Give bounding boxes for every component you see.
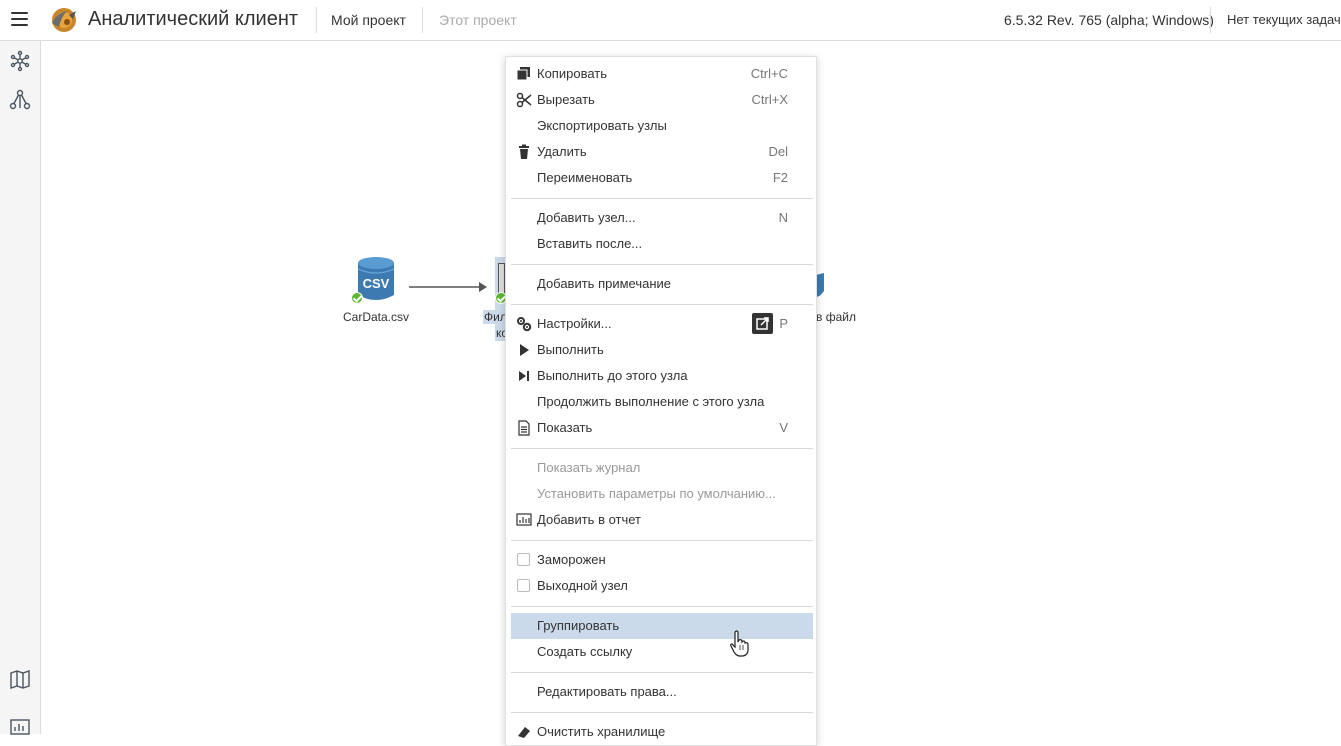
menu-item-shortcut: N [778, 210, 788, 225]
divider [1210, 7, 1211, 33]
menu-item-label: Выходной узел [537, 578, 628, 593]
menu-item-settings[interactable]: Настройки... P [511, 311, 813, 337]
node-label: CarData.csv [343, 310, 410, 324]
menu-item-label: Выполнить до этого узла [537, 368, 688, 383]
output-node-checkbox[interactable] [517, 579, 530, 592]
snowflake-icon[interactable] [9, 50, 31, 72]
menu-item-edit-rights[interactable]: Редактировать права... [511, 679, 813, 705]
menu-item-label: Добавить узел... [537, 210, 636, 225]
context-menu: Копировать Ctrl+C Вырезать Ctrl+X Экспор… [505, 56, 817, 746]
menu-item-label: Очистить хранилище [537, 724, 666, 739]
menu-item-label: Продолжить выполнение с этого узла [537, 394, 765, 409]
nav-this-project[interactable]: Этот проект [439, 12, 517, 28]
menu-item-clear-storage[interactable]: Очистить хранилище [511, 719, 813, 745]
menu-item-insert-after[interactable]: Вставить после... [511, 231, 813, 257]
trash-icon [519, 144, 529, 159]
menu-item-cut[interactable]: Вырезать Ctrl+X [511, 87, 813, 113]
menu-divider [511, 540, 813, 541]
menu-item-continue-from-node[interactable]: Продолжить выполнение с этого узла [511, 389, 813, 415]
gears-icon [517, 317, 532, 332]
export-node[interactable] [816, 273, 824, 299]
menu-item-label: Показать журнал [537, 460, 641, 475]
menu-item-label: Выполнить [537, 342, 604, 357]
menu-item-shortcut: Del [768, 144, 788, 159]
menu-item-shortcut: Ctrl+X [751, 92, 788, 107]
csv-badge: CSV [362, 276, 390, 291]
top-bar: Аналитический клиент Мой проект Этот про… [0, 0, 1341, 41]
version-info: 6.5.32 Rev. 765 (alpha; Windows) [1004, 12, 1214, 28]
menu-item-label: Показать [537, 420, 593, 435]
menu-item-label: Вставить после... [537, 236, 643, 251]
node-label: в файл [816, 310, 856, 324]
filter-node-icon [498, 263, 505, 295]
menu-item-add-node[interactable]: Добавить узел... N [511, 205, 813, 231]
menu-item-label: Добавить в отчет [537, 512, 642, 527]
divider [316, 7, 317, 33]
map-icon[interactable] [9, 668, 31, 690]
app-logo [52, 8, 76, 32]
external-link-icon [756, 317, 769, 330]
workflow-icon[interactable] [9, 89, 31, 111]
database-icon [816, 273, 824, 297]
menu-item-shortcut: Ctrl+C [750, 66, 788, 81]
menu-item-label: Вырезать [537, 92, 595, 107]
frozen-checkbox[interactable] [517, 553, 530, 566]
play-to-icon [519, 371, 529, 381]
menu-item-rename[interactable]: Переименовать F2 [511, 165, 813, 191]
document-icon [518, 420, 530, 436]
menu-item-label: Установить параметры по умолчанию... [537, 486, 776, 501]
eraser-icon [518, 727, 530, 738]
menu-divider [511, 198, 813, 199]
tasks-status[interactable]: Нет текущих задач [1227, 12, 1341, 27]
menu-item-add-to-report[interactable]: Добавить в отчет [511, 507, 813, 533]
menu-divider [511, 712, 813, 713]
menu-item-shortcut: V [779, 420, 788, 435]
menu-item-label: Переименовать [537, 170, 633, 185]
menu-divider [511, 672, 813, 673]
scissors-icon [516, 92, 532, 108]
copy-icon [516, 67, 530, 81]
menu-item-delete[interactable]: Удалить Del [511, 139, 813, 165]
left-sidebar [0, 41, 41, 735]
menu-item-add-note[interactable]: Добавить примечание [511, 271, 813, 297]
menu-item-copy[interactable]: Копировать Ctrl+C [511, 61, 813, 87]
menu-item-run[interactable]: Выполнить [511, 337, 813, 363]
hamburger-menu-icon[interactable] [11, 12, 28, 28]
menu-divider [511, 448, 813, 449]
hand-cursor-icon [730, 630, 749, 657]
menu-item-create-link[interactable]: Создать ссылку [511, 639, 813, 665]
menu-item-frozen[interactable]: Заморожен [511, 547, 813, 573]
menu-divider [511, 264, 813, 265]
app-title: Аналитический клиент [88, 8, 299, 30]
menu-item-label: Настройки... [537, 316, 612, 331]
menu-item-group[interactable]: Группировать [511, 613, 813, 639]
menu-divider [511, 304, 813, 305]
nav-my-project[interactable]: Мой проект [331, 12, 406, 28]
menu-item-shortcut: P [779, 316, 788, 331]
menu-item-label: Добавить примечание [537, 276, 672, 291]
menu-item-label: Заморожен [537, 552, 606, 567]
menu-divider [511, 606, 813, 607]
csv-node[interactable]: CSV [351, 257, 395, 304]
menu-item-show[interactable]: Показать V [511, 415, 813, 441]
menu-item-show-log[interactable]: Показать журнал [511, 455, 813, 481]
open-external-button[interactable] [752, 313, 773, 334]
menu-item-set-defaults[interactable]: Установить параметры по умолчанию... [511, 481, 813, 507]
menu-item-label: Копировать [537, 66, 607, 81]
divider [422, 7, 423, 33]
connection-arrow [409, 282, 487, 292]
menu-item-shortcut: F2 [772, 170, 788, 185]
menu-item-run-to-node[interactable]: Выполнить до этого узла [511, 363, 813, 389]
menu-item-label: Создать ссылку [537, 644, 633, 659]
menu-item-output-node[interactable]: Выходной узел [511, 573, 813, 599]
menu-item-label: Группировать [537, 618, 620, 633]
menu-item-label: Экспортировать узлы [537, 118, 667, 133]
menu-item-export-nodes[interactable]: Экспортировать узлы [511, 113, 813, 139]
menu-item-label: Удалить [537, 144, 587, 159]
status-ok-icon [351, 292, 363, 304]
play-icon [520, 344, 529, 356]
report-chart-icon [516, 513, 532, 526]
menu-item-label: Редактировать права... [537, 684, 677, 699]
